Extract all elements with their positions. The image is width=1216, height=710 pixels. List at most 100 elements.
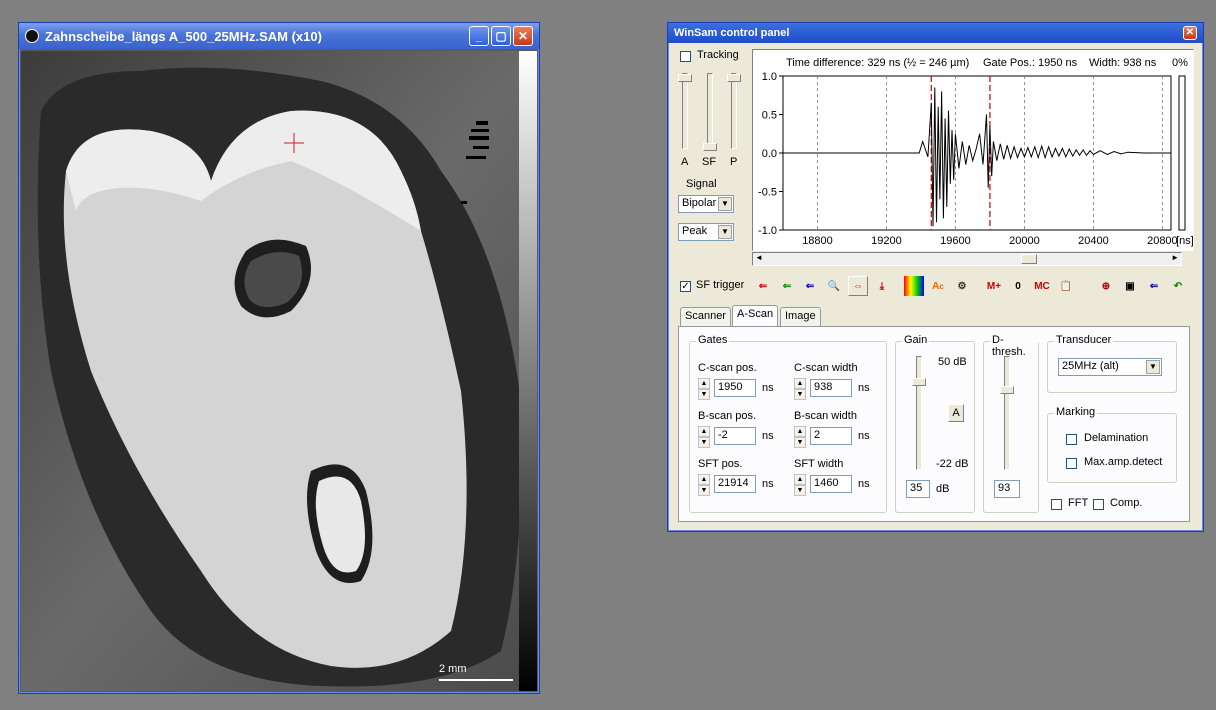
ac-icon[interactable]: Ac: [928, 276, 948, 296]
minimize-icon[interactable]: _: [469, 26, 489, 46]
p-slider-thumb[interactable]: [727, 74, 741, 82]
snapshot-icon[interactable]: ▣: [1120, 276, 1140, 296]
image-window-titlebar[interactable]: Zahnscheibe_längs A_500_25MHz.SAM (x10) …: [19, 23, 539, 49]
p-slider-track[interactable]: [731, 73, 737, 149]
detect-select[interactable]: Peak ▼: [678, 223, 734, 241]
sf-trigger-checkbox[interactable]: ✓: [680, 281, 691, 292]
a-slider-thumb[interactable]: [678, 74, 692, 82]
sf-slider-thumb[interactable]: [703, 143, 717, 151]
gate-left-red-icon[interactable]: ⇐: [753, 276, 773, 296]
control-panel-window[interactable]: WinSam control panel ✕ Tracking A SF P S…: [667, 22, 1204, 532]
a-scan-chart[interactable]: 18800 19200 19600 20000 20400 20800 1.0 0.5 0.0 -…: [753, 70, 1193, 250]
sft-pos-spinner[interactable]: ▲ ▼: [698, 474, 710, 496]
width-readout: Width: 938 ns: [1089, 57, 1157, 69]
gate-left-green-icon[interactable]: ⇐: [777, 276, 797, 296]
transducer-select[interactable]: 25MHz (alt) ▼: [1058, 358, 1162, 376]
arrow-left-icon[interactable]: ⇐: [1144, 276, 1164, 296]
gain-value-input[interactable]: 35: [906, 480, 930, 498]
plot-scrollbar[interactable]: ◄ ►: [752, 252, 1182, 266]
chevron-down-icon[interactable]: ▼: [718, 225, 732, 239]
y-tick-label: -0.5: [758, 187, 777, 199]
gain-auto-button[interactable]: A: [948, 404, 964, 422]
chevron-down-icon[interactable]: ▼: [1146, 360, 1160, 374]
delamination-checkbox[interactable]: [1066, 434, 1077, 445]
sft-width-label: SFT width: [794, 458, 844, 470]
cscan-pos-input[interactable]: 1950: [714, 379, 756, 397]
palette-icon[interactable]: [904, 276, 924, 296]
dthresh-group-label: D-thresh.: [990, 334, 1038, 358]
comp-checkbox[interactable]: [1093, 499, 1104, 510]
gain-slider-track[interactable]: [916, 356, 922, 470]
settings-icon[interactable]: ⚙: [952, 276, 972, 296]
bscan-width-label: B-scan width: [794, 410, 857, 422]
sf-slider-track[interactable]: [707, 73, 713, 149]
sft-pos-input[interactable]: 21914: [714, 475, 756, 493]
cscan-width-label: C-scan width: [794, 362, 858, 374]
x-tick-label: 19200: [871, 235, 902, 247]
bscan-width-spinner[interactable]: ▲ ▼: [794, 426, 806, 448]
gain-slider-thumb[interactable]: [912, 378, 926, 386]
cscan-width-input[interactable]: 938: [810, 379, 852, 397]
y-tick-label: -1.0: [758, 225, 777, 237]
sft-width-input[interactable]: 1460: [810, 475, 852, 493]
a-slider-track[interactable]: [682, 73, 688, 149]
bscan-width-unit: ns: [858, 430, 870, 442]
x-tick-label: 19600: [940, 235, 971, 247]
maxamp-checkbox[interactable]: [1066, 458, 1077, 469]
dthresh-slider-track[interactable]: [1004, 356, 1010, 470]
delamination-label: Delamination: [1084, 432, 1149, 444]
scroll-right-icon[interactable]: ►: [1171, 253, 1179, 262]
cscan-pos-spinner[interactable]: ▲ ▼: [698, 378, 710, 400]
zero-button[interactable]: 0: [1008, 276, 1028, 296]
tab-a-scan[interactable]: A-Scan: [732, 305, 779, 328]
transducer-group: Transducer 25MHz (alt) ▼: [1047, 334, 1177, 393]
control-panel-titlebar[interactable]: WinSam control panel ✕: [668, 23, 1203, 43]
detect-select-value: Peak: [682, 225, 708, 237]
close-icon[interactable]: ✕: [1183, 26, 1197, 40]
dthresh-value-input[interactable]: 93: [994, 480, 1020, 498]
bscan-width-input[interactable]: 2: [810, 427, 852, 445]
maximize-icon[interactable]: ▢: [491, 26, 511, 46]
sft-width-spinner[interactable]: ▲ ▼: [794, 474, 806, 496]
close-icon[interactable]: ✕: [513, 26, 533, 46]
bscan-pos-label: B-scan pos.: [698, 410, 757, 422]
transducer-group-label: Transducer: [1054, 334, 1114, 346]
zoom-icon[interactable]: 🔍: [824, 276, 844, 296]
memory-clear-button[interactable]: MC: [1032, 276, 1052, 296]
gate-left-blue-icon[interactable]: ⇐: [800, 276, 820, 296]
x-tick-label: 18800: [802, 235, 833, 247]
scroll-thumb[interactable]: [1021, 254, 1037, 264]
chevron-down-icon[interactable]: ▼: [718, 197, 732, 211]
time-difference-readout: Time difference: 329 ns (½ = 246 µm): [786, 57, 970, 69]
image-window[interactable]: Zahnscheibe_längs A_500_25MHz.SAM (x10) …: [18, 22, 540, 694]
gain-min-label: -22 dB: [936, 458, 969, 470]
acoustic-image[interactable]: 2 mm: [21, 51, 537, 691]
gate-span-icon[interactable]: ⇔: [848, 276, 868, 296]
bscan-pos-spinner[interactable]: ▲ ▼: [698, 426, 710, 448]
tab-scanner[interactable]: Scanner: [680, 307, 731, 327]
transducer-select-value: 25MHz (alt): [1062, 360, 1119, 372]
gate-down-icon[interactable]: ⤓: [872, 276, 892, 296]
cscan-pos-unit: ns: [762, 382, 774, 394]
fft-label: FFT: [1068, 497, 1089, 509]
tab-image[interactable]: Image: [780, 307, 821, 327]
sf-slider-label: SF: [702, 156, 717, 168]
x-tick-label: 20000: [1009, 235, 1040, 247]
undo-icon[interactable]: ↶: [1168, 276, 1188, 296]
cscan-width-spinner[interactable]: ▲ ▼: [794, 378, 806, 400]
memory-plus-button[interactable]: M+: [984, 276, 1004, 296]
gain-max-label: 50 dB: [938, 356, 967, 368]
signal-select[interactable]: Bipolar ▼: [678, 195, 734, 213]
zoom-in-icon[interactable]: ⊕: [1096, 276, 1116, 296]
a-scan-plot-frame: Time difference: 329 ns (½ = 246 µm) Gat…: [752, 49, 1194, 251]
tooth-scan-image: [21, 51, 537, 691]
fft-checkbox[interactable]: [1051, 499, 1062, 510]
clipboard-icon[interactable]: 📋: [1056, 276, 1076, 296]
scale-bar: [439, 679, 513, 681]
app-icon: [25, 29, 39, 43]
tracking-checkbox[interactable]: [680, 51, 691, 62]
bscan-pos-input[interactable]: -2: [714, 427, 756, 445]
x-axis-label: [ns]: [1176, 235, 1193, 247]
scroll-left-icon[interactable]: ◄: [755, 253, 763, 262]
dthresh-slider-thumb[interactable]: [1000, 386, 1014, 394]
